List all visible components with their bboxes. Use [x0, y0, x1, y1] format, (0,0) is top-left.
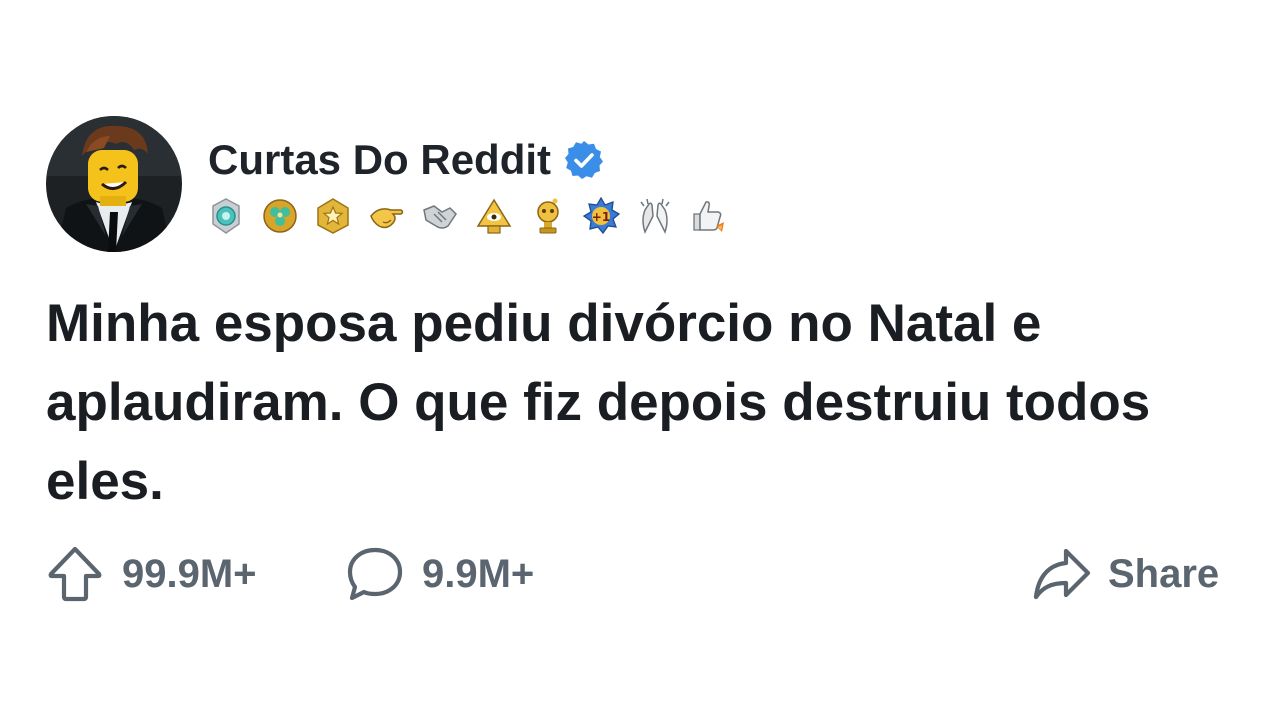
comment-count: 9.9M+: [422, 551, 535, 596]
thumbs-up-rocket-award-icon[interactable]: [688, 196, 728, 236]
lego-man-avatar-image: [46, 116, 182, 252]
avatar[interactable]: [46, 116, 182, 252]
clapping-hands-award-icon[interactable]: [635, 196, 675, 236]
plus-one-award-icon[interactable]: +1: [581, 196, 621, 236]
svg-text:+1: +1: [592, 210, 610, 224]
reddit-gold-trophy-award-icon[interactable]: [528, 196, 568, 236]
author-row: Curtas Do Reddit: [208, 132, 605, 188]
awards-row: +1: [206, 194, 742, 238]
share-label: Share: [1108, 551, 1220, 596]
share-button[interactable]: Share: [1032, 544, 1219, 604]
wholesome-clover-award-icon[interactable]: [260, 196, 300, 236]
share-arrow-icon: [1033, 548, 1091, 600]
upvote-button[interactable]: 99.9M+: [46, 544, 257, 604]
handshake-award-icon[interactable]: [420, 196, 460, 236]
post-card: Curtas Do Reddit +1 Minha esposa pediu d…: [0, 0, 1280, 720]
hand-pointing-award-icon[interactable]: [367, 196, 407, 236]
comment-bubble-icon: [347, 547, 403, 601]
username[interactable]: Curtas Do Reddit: [208, 136, 551, 184]
upvote-arrow-icon: [48, 546, 102, 602]
gold-star-award-icon[interactable]: [313, 196, 353, 236]
post-title[interactable]: Minha esposa pediu divórcio no Natal e a…: [46, 284, 1236, 521]
upvote-count: 99.9M+: [122, 551, 257, 596]
silver-award-icon[interactable]: [206, 196, 246, 236]
all-seeing-upvote-award-icon[interactable]: [474, 196, 514, 236]
verified-badge-icon: [563, 139, 605, 181]
comments-button[interactable]: 9.9M+: [346, 544, 534, 604]
